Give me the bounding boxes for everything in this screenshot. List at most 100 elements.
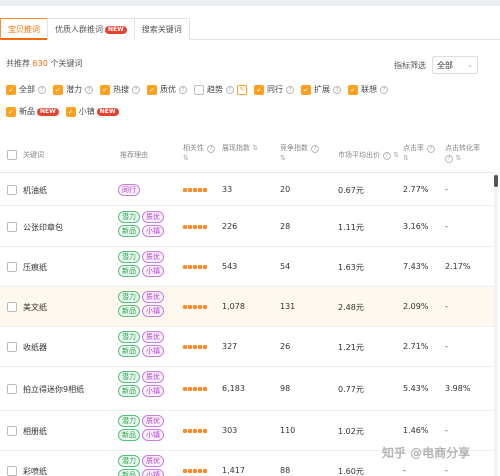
- price-value: 0.67元: [338, 186, 364, 195]
- relevance-dot: [203, 469, 207, 473]
- checkbox[interactable]: ✓: [147, 84, 157, 95]
- filter-option-label: 扩展: [314, 85, 330, 94]
- relevance-dot: [183, 345, 187, 349]
- relevance-dot: [183, 469, 187, 473]
- watermark: 知乎 @电商分享: [382, 446, 471, 460]
- col-cvr[interactable]: 点击转化率? ⇅: [445, 143, 480, 163]
- checkbox[interactable]: ✓: [53, 84, 63, 95]
- tab-label: 宝贝推词: [8, 25, 40, 34]
- col-price[interactable]: 市场平均出价? ⇅: [338, 150, 399, 160]
- filter-option-label: 趋势: [207, 85, 223, 94]
- scrollbar-thumb[interactable]: [494, 175, 498, 187]
- filter-option[interactable]: ✓ 同行?: [254, 84, 294, 95]
- tab-2[interactable]: 搜索关键词: [133, 18, 190, 40]
- keyword-text: 压痕纸: [23, 263, 47, 272]
- relevance-indicator: [183, 429, 207, 433]
- filter-option[interactable]: ✓ 质优?: [147, 84, 187, 95]
- exposure-value: 303: [222, 426, 238, 435]
- tab-label: 搜索关键词: [141, 25, 182, 34]
- col-ctr[interactable]: 点击率? ⇅: [403, 143, 435, 163]
- table-row[interactable]: 拍立得迷你9相纸 潜力 质优 新品 小镇 6,183 98 0.77元 5.43% 3.98%: [0, 367, 494, 411]
- tab-1[interactable]: 优质人群推词 NEW: [47, 18, 135, 40]
- relevance-indicator: [183, 387, 207, 391]
- checkbox[interactable]: ✓: [254, 84, 264, 95]
- keyword-text: 机油纸: [23, 186, 47, 195]
- checkbox[interactable]: ✓: [6, 106, 16, 117]
- filter-option-label: 热搜: [113, 85, 129, 94]
- reason-tags: 潜力 质优 新品 小镇: [118, 331, 176, 357]
- col-reason: 推荐理由: [120, 151, 148, 159]
- reason-tag: 新品: [118, 305, 140, 317]
- row-checkbox[interactable]: [7, 262, 17, 272]
- checkbox[interactable]: ✓: [301, 84, 311, 95]
- relevance-dot: [198, 265, 202, 269]
- relevance-dot: [193, 387, 197, 391]
- checkbox[interactable]: ✓: [6, 84, 16, 95]
- keyword-text: 相册纸: [23, 427, 47, 436]
- filter-option[interactable]: ✓ 潜力?: [53, 84, 93, 95]
- relevance-dot: [183, 429, 187, 433]
- ctr-value: 2.71%: [403, 342, 429, 351]
- col-exposure[interactable]: 展现指数 ⇅: [222, 143, 258, 153]
- relevance-dot: [203, 225, 207, 229]
- filter-option[interactable]: 趋势? ✎: [194, 84, 247, 95]
- select-all-checkbox[interactable]: [7, 150, 17, 160]
- scrollbar-track[interactable]: [494, 173, 498, 476]
- table-row[interactable]: 压痕纸 潜力 质优 新品 小镇 543 54 1.63元 7.43% 2.17%: [0, 247, 494, 287]
- filter-option[interactable]: ✓ 新品 NEW: [6, 106, 59, 117]
- row-checkbox[interactable]: [7, 222, 17, 232]
- row-checkbox[interactable]: [7, 384, 17, 394]
- reason-tag: 新品: [118, 265, 140, 277]
- filter-select[interactable]: 全部 ⌄: [432, 56, 478, 74]
- reason-tag: 潜力: [118, 291, 140, 303]
- tab-0[interactable]: 宝贝推词: [0, 18, 48, 40]
- checkbox[interactable]: ✓: [348, 84, 358, 95]
- checkbox[interactable]: ✓: [100, 84, 110, 95]
- relevance-dot: [198, 225, 202, 229]
- filter-label: 指标筛选: [394, 60, 426, 70]
- sort-icon: ⇅: [455, 154, 462, 162]
- competition-value: 20: [280, 185, 291, 194]
- checkbox[interactable]: ✓: [65, 106, 76, 117]
- col-competition[interactable]: 竞争指数? ⇅: [280, 143, 319, 163]
- filter-option[interactable]: ✓ 全部?: [6, 84, 46, 95]
- row-checkbox[interactable]: [7, 302, 17, 312]
- filter-option[interactable]: ✓ 小镇 NEW: [65, 106, 119, 117]
- row-checkbox[interactable]: [7, 426, 17, 436]
- col-competition-label: 竞争指数: [280, 144, 308, 152]
- table-row[interactable]: 收纸器 潜力 质优 新品 小镇 327 26 1.21元 2.71% -: [0, 327, 494, 367]
- checkbox[interactable]: [194, 84, 204, 95]
- row-checkbox[interactable]: [7, 185, 17, 195]
- row-checkbox[interactable]: [7, 466, 17, 476]
- row-checkbox[interactable]: [7, 342, 17, 352]
- col-relevance[interactable]: 相关性? ⇅: [183, 143, 215, 163]
- table-header: 关键词 推荐理由 相关性? ⇅ 展现指数 ⇅ 竞争指数? ⇅ 市场平均出价? ⇅ 点…: [0, 135, 494, 173]
- relevance-indicator: [183, 188, 207, 192]
- price-value: 1.02元: [338, 427, 364, 436]
- sort-icon: ⇅: [403, 154, 409, 162]
- relevance-dot: [193, 305, 197, 309]
- table-row[interactable]: 美文纸 潜力 质优 新品 小镇 1,078 131 2.48元 2.09% -: [0, 287, 494, 327]
- recommend-summary: 共推荐 630 个关键词: [6, 58, 82, 69]
- col-keyword: 关键词: [23, 151, 44, 159]
- competition-value: 98: [280, 384, 291, 393]
- edit-icon[interactable]: ✎: [237, 84, 247, 95]
- relevance-dot: [198, 387, 202, 391]
- competition-value: 110: [280, 426, 296, 435]
- relevance-dot: [188, 469, 192, 473]
- filter-option-label: 同行: [267, 85, 283, 94]
- cvr-value: 3.98%: [445, 384, 471, 393]
- exposure-value: 1,078: [222, 302, 245, 311]
- relevance-dot: [183, 387, 187, 391]
- filter-option-label: 新品: [19, 107, 35, 116]
- table-row[interactable]: 公张印章包 潜力 质优 新品 小镇 226 28 1.11元 3.16% -: [0, 207, 494, 247]
- price-value: 1.60元: [338, 467, 364, 476]
- relevance-dot: [203, 429, 207, 433]
- filter-option[interactable]: ✓ 热搜?: [100, 84, 140, 95]
- filter-option[interactable]: ✓ 联想?: [348, 84, 388, 95]
- price-value: 1.11元: [338, 223, 364, 232]
- filter-option[interactable]: ✓ 扩展?: [301, 84, 341, 95]
- reason-tag: 潜力: [118, 455, 140, 467]
- sort-icon: ⇅: [280, 154, 286, 162]
- table-row[interactable]: 机油纸 同行 33 20 0.67元 2.77% -: [0, 173, 494, 206]
